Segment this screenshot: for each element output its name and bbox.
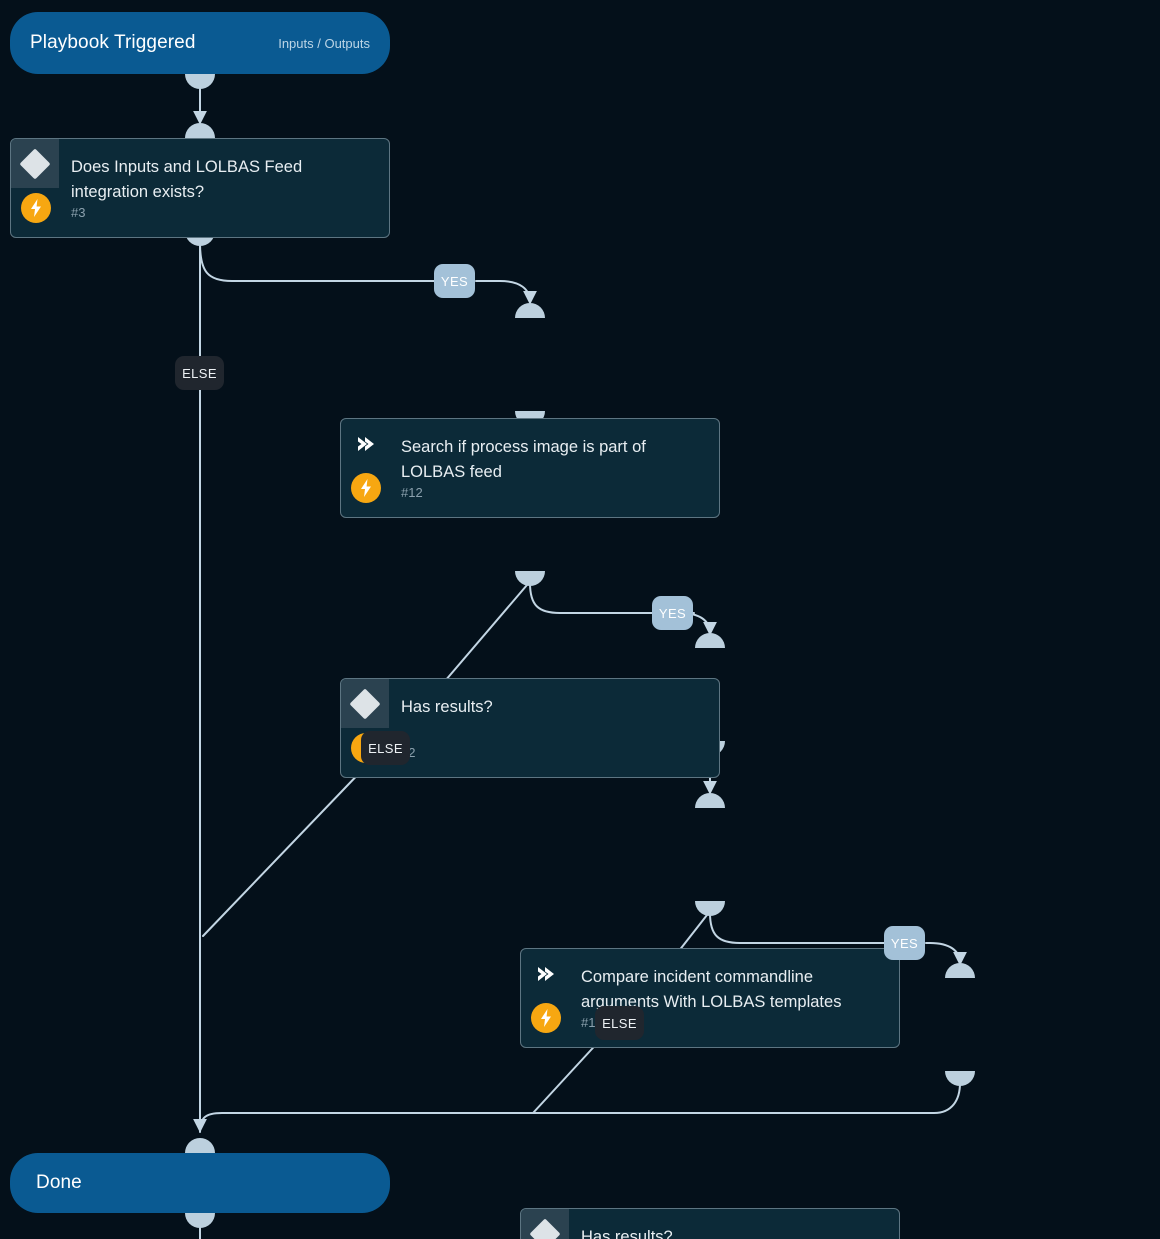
- n9-body: Has results? #9: [581, 1209, 887, 1239]
- end-node[interactable]: Done: [10, 1153, 390, 1213]
- branch-label-yes-n2: YES: [652, 596, 693, 630]
- end-node-title: Done: [36, 1172, 82, 1193]
- chevron-right-icon: [521, 949, 569, 998]
- n12-label: Search if process image is part of LOLBA…: [401, 438, 646, 481]
- node-n13[interactable]: Compare incident commandline arguments W…: [520, 948, 900, 1048]
- lightning-icon: [351, 473, 381, 503]
- connector-dome-n10-in: [945, 963, 975, 978]
- connector-dome-start-out: [185, 74, 215, 89]
- n9-label: Has results?: [581, 1228, 673, 1239]
- n3-body: Does Inputs and LOLBAS Feed integration …: [71, 139, 377, 237]
- n12-number: #12: [401, 485, 423, 500]
- lightning-icon: [531, 1003, 561, 1033]
- diamond-icon: [11, 139, 59, 188]
- diamond-icon: [521, 1209, 569, 1239]
- edge-n9-yes-left: [709, 912, 885, 944]
- branch-label-else-n2: ELSE: [361, 731, 410, 765]
- branch-label-else-n3: ELSE: [175, 356, 224, 390]
- lightning-icon: [21, 193, 51, 223]
- connector-dome-n9-out: [695, 901, 725, 916]
- connector-dome-n10-out: [945, 1071, 975, 1086]
- start-node-title: Playbook Triggered: [30, 32, 196, 53]
- start-node-inputs-outputs-link[interactable]: Inputs / Outputs: [278, 36, 370, 51]
- edge-n9-else-rail: [199, 1112, 534, 1133]
- branch-label-yes-n3: YES: [434, 264, 475, 298]
- edge-n2-yes-left: [529, 582, 653, 614]
- chevron-right-icon: [341, 419, 389, 468]
- n3-number: #3: [71, 205, 86, 220]
- edge-n2-else-lower: [202, 763, 369, 937]
- edge-n3-yes-left: [199, 242, 435, 282]
- diamond-icon: [341, 679, 389, 728]
- edge-n9-else-lower: [532, 1037, 603, 1114]
- playbook-canvas: Playbook Triggered Inputs / Outputs Does…: [0, 0, 1160, 1239]
- start-node[interactable]: Playbook Triggered Inputs / Outputs: [10, 12, 390, 74]
- n3-label: Does Inputs and LOLBAS Feed integration …: [71, 158, 303, 201]
- connector-dome-n12-in: [515, 303, 545, 318]
- connector-dome-n13-in: [695, 633, 725, 648]
- node-n3[interactable]: Does Inputs and LOLBAS Feed integration …: [10, 138, 390, 238]
- edge-n10-to-done: [532, 1082, 961, 1114]
- n2-body: Has results? #2: [401, 679, 707, 777]
- node-n12[interactable]: Search if process image is part of LOLBA…: [340, 418, 720, 518]
- n2-label: Has results?: [401, 698, 493, 716]
- edge-n9-yes-right: [925, 942, 967, 966]
- connector-dome-done-out: [185, 1213, 215, 1228]
- branch-label-else-n9: ELSE: [595, 1006, 644, 1040]
- connector-dome-n3-in: [185, 123, 215, 138]
- connector-dome-done-in: [185, 1138, 215, 1153]
- connector-dome-n9-in: [695, 793, 725, 808]
- edge-n3-yes-right: [475, 280, 537, 305]
- n12-body: Search if process image is part of LOLBA…: [401, 419, 707, 517]
- node-n9[interactable]: Has results? #9: [520, 1208, 900, 1239]
- branch-label-yes-n9: YES: [884, 926, 925, 960]
- connector-dome-n2-out: [515, 571, 545, 586]
